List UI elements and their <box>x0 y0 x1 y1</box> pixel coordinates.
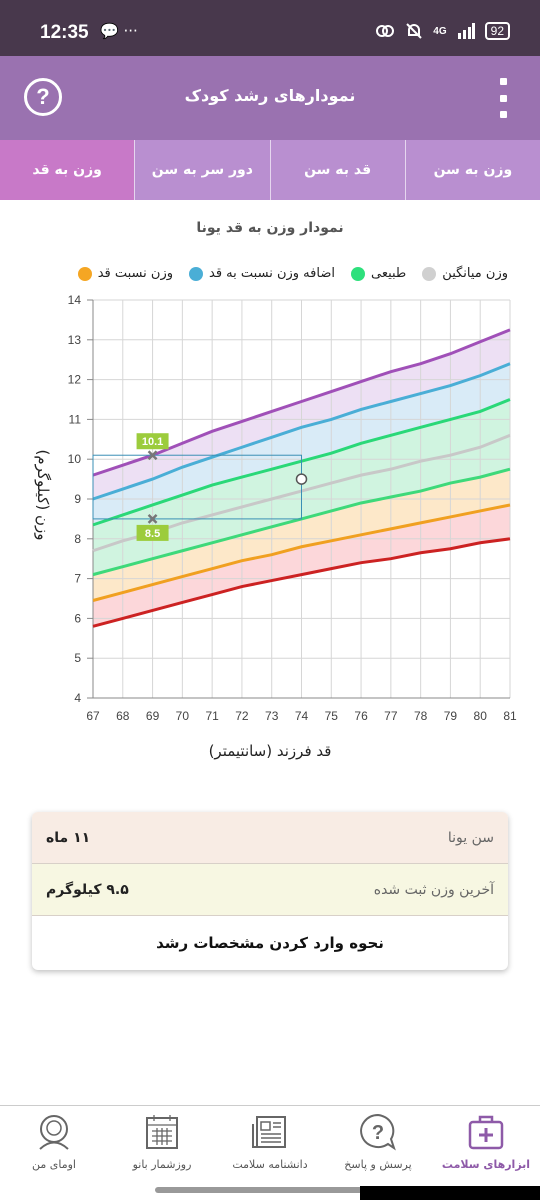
x-tick-label: 81 <box>503 709 517 723</box>
legend-item: وزن نسبت قد <box>77 266 174 281</box>
weight-value: ۹.۵ کیلوگرم <box>46 881 129 898</box>
x-tick-label: 71 <box>205 709 219 723</box>
nav-label: روزشمار بانو <box>132 1158 192 1171</box>
legend-item: اضافه وزن نسبت به قد <box>189 266 335 281</box>
status-time: 12:35 <box>40 22 89 43</box>
x-tick-label: 76 <box>354 709 368 723</box>
x-tick-label: 72 <box>235 709 249 723</box>
x-tick-label: 75 <box>325 709 339 723</box>
legend-item: طبیعی <box>350 266 407 281</box>
chart-legend: وزن نسبت قد اضافه وزن نسبت به قد طبیعی و… <box>77 266 508 281</box>
legend-dot <box>350 266 365 281</box>
age-row: سن یونا ۱۱ ماه <box>32 812 508 864</box>
how-to-enter-growth-button[interactable]: نحوه وارد کردن مشخصات رشد <box>32 916 508 970</box>
network-type: 4G <box>433 25 447 37</box>
legend-item: وزن میانگین <box>422 266 508 281</box>
growth-chart: 67 68 69 70 71 72 73 74 75 76 77 78 79 80 814567891011… <box>68 293 517 723</box>
x-axis-title: قد فرزند (سانتیمتر) <box>208 742 332 760</box>
nav-encyclopedia[interactable]: دانشنامه سلامت <box>216 1106 324 1180</box>
nav-health-tools[interactable]: ابزارهای سلامت <box>432 1106 540 1180</box>
x-tick-label: 78 <box>414 709 428 723</box>
x-tick-label: 79 <box>444 709 458 723</box>
notification-icons: 💬 ··· <box>100 22 138 40</box>
x-tick-label: 70 <box>176 709 190 723</box>
current-measurement-marker <box>295 473 308 485</box>
nav-label: پرسش و پاسخ <box>344 1158 412 1171</box>
tab-head-circumference[interactable]: دور سر به سن <box>134 140 269 200</box>
question-bubble-icon: ? <box>360 1113 396 1151</box>
y-tick-label: 4 <box>74 691 81 705</box>
app-bar: ? نمودارهای رشد کودک <box>0 56 540 140</box>
profile-icon <box>39 1115 69 1150</box>
age-value: ۱۱ ماه <box>46 829 91 846</box>
tab-weight-for-age[interactable]: وزن به سن <box>404 140 540 200</box>
legend-dot <box>422 266 437 281</box>
y-tick-label: 5 <box>74 651 81 665</box>
y-tick-label: 9 <box>74 492 81 506</box>
info-card: سن یونا ۱۱ ماه آخرین وزن ثبت شده ۹.۵ کیل… <box>32 812 508 970</box>
chart-title: نمودار وزن به قد یونا <box>196 220 344 236</box>
gesture-bar[interactable] <box>155 1187 385 1193</box>
y-tick-label: 11 <box>69 412 82 426</box>
y-axis-title-wrap: وزن (کیلوگرم) <box>34 449 52 540</box>
x-tick-label: 68 <box>116 709 130 723</box>
nav-profile[interactable]: اومای من <box>0 1106 108 1180</box>
legend-label: وزن نسبت قد <box>97 266 174 281</box>
marker-label: 8.5 <box>145 528 160 540</box>
status-right-icons: 4G 92 <box>375 22 510 40</box>
legend-dot <box>77 266 92 281</box>
x-tick-label: 80 <box>474 709 488 723</box>
status-bar: 12:35 💬 ··· 4G 92 <box>0 0 540 56</box>
y-axis-title: وزن (کیلوگرم) <box>34 449 52 540</box>
y-tick-label: 10 <box>68 452 82 466</box>
x-tick-label: 69 <box>146 709 160 723</box>
legend-dot <box>189 266 204 281</box>
nav-label: ابزارهای سلامت <box>441 1158 531 1171</box>
mute-bell-icon <box>406 23 423 39</box>
nav-label: اومای من <box>32 1158 76 1171</box>
y-tick-label: 13 <box>68 333 82 347</box>
newspaper-icon <box>252 1116 286 1148</box>
legend-label: اضافه وزن نسبت به قد <box>209 266 335 281</box>
overflow-menu-icon[interactable] <box>500 78 508 118</box>
link-icon <box>376 25 395 37</box>
weight-row: آخرین وزن ثبت شده ۹.۵ کیلوگرم <box>32 864 508 916</box>
y-tick-label: 6 <box>74 611 81 625</box>
age-label: سن یونا <box>447 829 494 846</box>
health-kit-icon <box>468 1115 504 1150</box>
screen-corner <box>360 1186 540 1200</box>
y-tick-label: 14 <box>68 293 82 307</box>
bottom-nav: ابزارهای سلامت ? پرسش و پاسخ دانشنامه سل… <box>0 1105 540 1180</box>
chart-tabs: وزن به قد دور سر به سن قد به سن وزن به س… <box>0 140 540 200</box>
y-tick-label: 12 <box>68 373 82 387</box>
tab-weight-for-height[interactable]: وزن به قد <box>0 140 135 200</box>
nav-calendar[interactable]: روزشمار بانو <box>108 1106 216 1180</box>
tab-height-for-age[interactable]: قد به سن <box>269 140 405 200</box>
nav-label: دانشنامه سلامت <box>232 1158 308 1171</box>
legend-label: وزن میانگین <box>442 266 508 281</box>
legend-label: طبیعی <box>370 266 407 281</box>
nav-questions[interactable]: ? پرسش و پاسخ <box>324 1106 432 1180</box>
x-tick-label: 74 <box>295 709 309 723</box>
svg-text:?: ? <box>372 1122 384 1144</box>
y-tick-label: 8 <box>74 532 81 546</box>
calendar-icon <box>146 1115 178 1149</box>
battery-level: 92 <box>484 22 510 40</box>
x-tick-label: 67 <box>86 709 100 723</box>
x-tick-label: 77 <box>384 709 398 723</box>
page-title: نمودارهای رشد کودک <box>184 86 356 105</box>
signal-icon <box>457 23 475 39</box>
weight-label: آخرین وزن ثبت شده <box>373 881 494 898</box>
x-tick-label: 73 <box>265 709 279 723</box>
marker-label: 10.1 <box>142 436 163 448</box>
y-tick-label: 7 <box>74 572 81 586</box>
